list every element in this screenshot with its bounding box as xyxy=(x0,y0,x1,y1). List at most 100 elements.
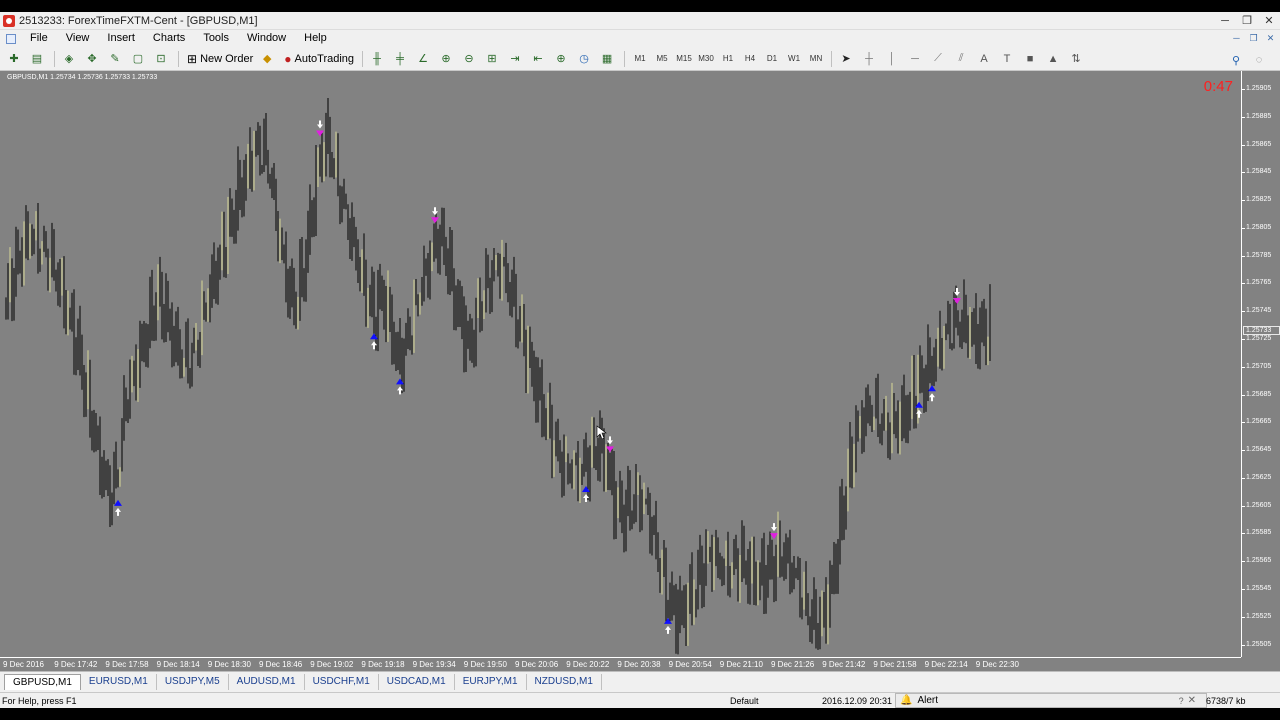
timeframe-w1[interactable]: W1 xyxy=(783,54,805,63)
timeframe-mn[interactable]: MN xyxy=(805,54,827,63)
timeframe-m5[interactable]: M5 xyxy=(651,54,673,63)
price-chart[interactable]: GBPUSD,M1 1.25734 1.25736 1.25733 1.2573… xyxy=(0,71,1280,671)
price-tick xyxy=(1242,616,1245,618)
chart-shift-icon[interactable]: ⇤ xyxy=(528,50,548,68)
chat-icon[interactable]: ◌ xyxy=(1249,51,1269,69)
price-tick xyxy=(1242,89,1245,91)
time-tick-label: 9 Dec 19:34 xyxy=(412,660,456,669)
minimize-button[interactable]: ─ xyxy=(1214,12,1236,30)
tab-usdjpy[interactable]: USDJPY,M5 xyxy=(157,674,229,690)
price-tick-label: 1.25725 xyxy=(1246,335,1272,342)
candlestick-icon[interactable]: ╪ xyxy=(390,50,410,68)
timeframe-m15[interactable]: M15 xyxy=(673,54,695,63)
auto-scroll-icon[interactable]: ⇥ xyxy=(505,50,525,68)
time-tick-label: 9 Dec 22:30 xyxy=(975,660,1019,669)
autotrading-button[interactable]: ● AutoTrading xyxy=(280,50,358,68)
horizontal-line-icon[interactable]: ─ xyxy=(905,50,925,68)
zoom-in-icon[interactable]: ⊕ xyxy=(436,50,456,68)
time-axis[interactable]: 9 Dec 2016 9 Dec 17:42 9 Dec 17:58 9 Dec 18… xyxy=(0,657,1241,671)
text-label-icon[interactable]: T xyxy=(997,50,1017,68)
templates-icon[interactable]: ▦ xyxy=(597,50,617,68)
buy-arrow-icon xyxy=(928,385,936,402)
tile-windows-icon[interactable]: ⊞ xyxy=(482,50,502,68)
menu-bar: File View Insert Charts Tools Window Hel… xyxy=(0,30,1280,47)
tab-audusd[interactable]: AUDUSD,M1 xyxy=(229,674,305,690)
price-axis[interactable]: 1.25733 1.25905 1.25885 1.25865 1.25845 1.25… xyxy=(1241,71,1280,657)
close-alert-icon[interactable]: ✕ xyxy=(1188,695,1196,706)
mdi-restore-button[interactable]: ❐ xyxy=(1246,32,1261,45)
mdi-close-button[interactable]: ✕ xyxy=(1263,32,1278,45)
chart-plot[interactable] xyxy=(0,71,1241,657)
time-tick-label: 9 Dec 22:14 xyxy=(924,660,968,669)
document-icon[interactable] xyxy=(6,33,16,44)
timeframe-d1[interactable]: D1 xyxy=(761,54,783,63)
tab-eurusd[interactable]: EURUSD,M1 xyxy=(81,674,157,690)
menu-charts[interactable]: Charts xyxy=(144,30,194,47)
trendline-icon[interactable]: ⟋ xyxy=(928,50,948,68)
maximize-button[interactable]: ❐ xyxy=(1236,12,1258,30)
navigator-icon[interactable]: ✥ xyxy=(82,50,102,68)
sell-arrow-icon xyxy=(770,523,778,540)
vertical-line-icon[interactable]: │ xyxy=(882,50,902,68)
price-tick-label: 1.25785 xyxy=(1246,251,1272,259)
tab-usdchf[interactable]: USDCHF,M1 xyxy=(305,674,379,690)
tab-eurjpy[interactable]: EURJPY,M1 xyxy=(455,674,527,690)
buy-arrow-icon xyxy=(114,499,122,516)
menu-insert[interactable]: Insert xyxy=(98,30,144,47)
help-icon[interactable]: ? xyxy=(1179,696,1184,706)
time-tick-label: 9 Dec 21:42 xyxy=(822,660,866,669)
menu-help[interactable]: Help xyxy=(295,30,336,47)
timeframe-m30[interactable]: M30 xyxy=(695,54,717,63)
price-tick xyxy=(1242,172,1245,174)
timeframe-h1[interactable]: H1 xyxy=(717,54,739,63)
search-icon[interactable]: ⚲ xyxy=(1226,51,1246,69)
new-order-button[interactable]: ⊞ New Order xyxy=(183,50,257,68)
menu-window[interactable]: Window xyxy=(238,30,295,47)
market-watch-icon[interactable]: ◈ xyxy=(59,50,79,68)
cursor-icon[interactable]: ➤ xyxy=(836,50,856,68)
time-tick-label: 9 Dec 17:58 xyxy=(105,660,149,669)
price-tick-label: 1.25825 xyxy=(1246,196,1272,204)
price-tick xyxy=(1242,533,1245,535)
line-chart-icon[interactable]: ∠ xyxy=(413,50,433,68)
price-tick xyxy=(1242,366,1245,368)
periods-icon[interactable]: ◷ xyxy=(574,50,594,68)
bar-chart-icon[interactable]: ╫ xyxy=(367,50,387,68)
profiles-icon[interactable]: ▤ xyxy=(27,50,47,68)
arrows-icon[interactable]: ⇅ xyxy=(1066,50,1086,68)
price-tick xyxy=(1242,200,1245,202)
close-button[interactable]: ✕ xyxy=(1258,12,1280,30)
data-window-icon[interactable]: ✎ xyxy=(105,50,125,68)
time-tick-label: 9 Dec 20:38 xyxy=(617,660,661,669)
time-tick-label: 9 Dec 2016 xyxy=(3,660,44,669)
autotrading-icon: ● xyxy=(284,51,292,66)
toolbar-separator xyxy=(831,50,833,67)
timeframe-m1[interactable]: M1 xyxy=(629,54,651,63)
mdi-minimize-button[interactable]: ─ xyxy=(1229,32,1244,45)
bottom-border xyxy=(0,708,1280,720)
crosshair-icon[interactable]: ┼ xyxy=(859,50,879,68)
menu-tools[interactable]: Tools xyxy=(194,30,238,47)
menu-view[interactable]: View xyxy=(57,30,99,47)
indicators-icon[interactable]: ⊕ xyxy=(551,50,571,68)
new-chart-icon[interactable]: ✚ xyxy=(4,50,24,68)
buy-arrow-icon xyxy=(396,378,404,395)
tab-usdcad[interactable]: USDCAD,M1 xyxy=(379,674,455,690)
timeframe-h4[interactable]: H4 xyxy=(739,54,761,63)
rectangle-icon[interactable]: ■ xyxy=(1020,50,1040,68)
channel-icon[interactable]: ⫽ xyxy=(951,50,971,68)
terminal-icon[interactable]: ▢ xyxy=(128,50,148,68)
price-tick-label: 1.25745 xyxy=(1246,307,1272,315)
metaeditor-icon[interactable]: ◆ xyxy=(257,50,277,68)
menu-file[interactable]: File xyxy=(21,30,57,47)
alert-panel[interactable]: 🔔 Alert ? ✕ xyxy=(895,693,1207,708)
toolbar-separator xyxy=(362,50,364,67)
tab-gbpusd[interactable]: GBPUSD,M1 xyxy=(4,674,81,690)
triangle-icon[interactable]: ▲ xyxy=(1043,50,1063,68)
text-icon[interactable]: A xyxy=(974,50,994,68)
main-toolbar: ✚ ▤ ◈ ✥ ✎ ▢ ⊡ ⊞ New Order ◆ ● AutoTrading … xyxy=(0,47,1280,71)
strategy-tester-icon[interactable]: ⊡ xyxy=(151,50,171,68)
tab-nzdusd[interactable]: NZDUSD,M1 xyxy=(527,674,602,690)
zoom-out-icon[interactable]: ⊖ xyxy=(459,50,479,68)
time-tick-label: 9 Dec 19:50 xyxy=(463,660,507,669)
